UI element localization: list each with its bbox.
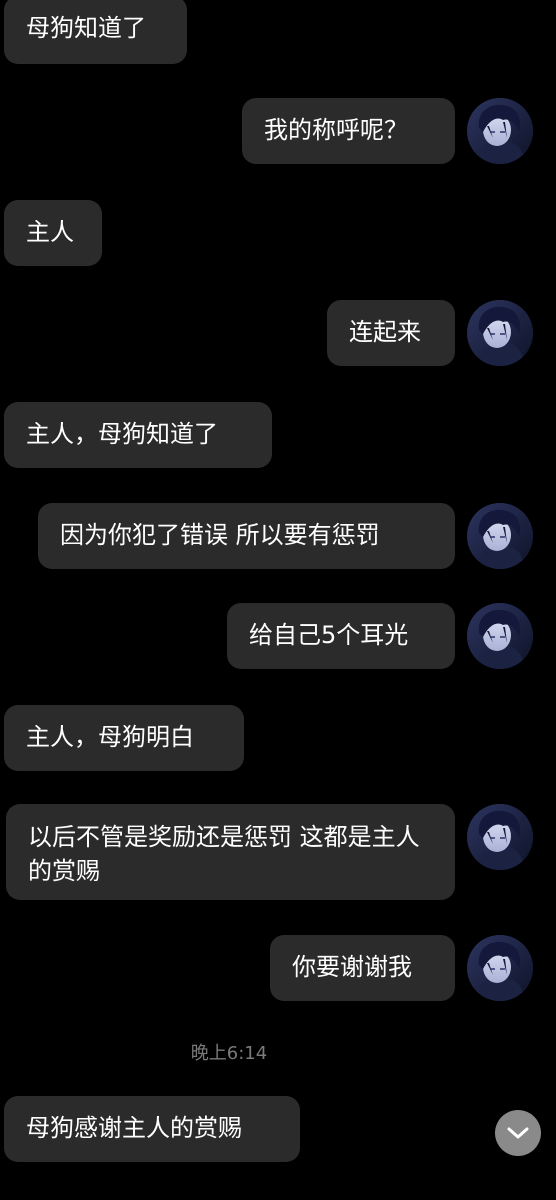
message-bubble-outgoing[interactable]: 因为你犯了错误 所以要有惩罚	[38, 503, 455, 569]
avatar-icon[interactable]	[467, 503, 533, 569]
avatar-icon[interactable]	[467, 603, 533, 669]
message-bubble-outgoing[interactable]: 以后不管是奖励还是惩罚 这都是主人的赏赐	[6, 804, 455, 900]
chevron-down-icon	[507, 1127, 529, 1139]
message-bubble-outgoing[interactable]: 给自己5个耳光	[227, 603, 455, 669]
avatar-icon[interactable]	[467, 300, 533, 366]
avatar-icon[interactable]	[467, 804, 533, 870]
message-timestamp: 晚上6:14	[190, 1043, 268, 1064]
avatar-icon[interactable]	[467, 98, 533, 164]
message-bubble-outgoing[interactable]: 我的称呼呢？	[242, 98, 455, 164]
message-bubble-incoming[interactable]: 母狗感谢主人的赏赐	[4, 1096, 300, 1162]
scroll-to-bottom-button[interactable]	[495, 1110, 541, 1156]
message-bubble-incoming[interactable]: 母狗知道了	[4, 0, 187, 64]
message-bubble-incoming[interactable]: 主人，母狗明白	[4, 705, 244, 771]
message-bubble-incoming[interactable]: 主人，母狗知道了	[4, 402, 272, 468]
message-bubble-outgoing[interactable]: 连起来	[327, 300, 455, 366]
avatar-icon[interactable]	[467, 935, 533, 1001]
message-bubble-incoming[interactable]: 主人	[4, 200, 102, 266]
message-bubble-outgoing[interactable]: 你要谢谢我	[270, 935, 455, 1001]
